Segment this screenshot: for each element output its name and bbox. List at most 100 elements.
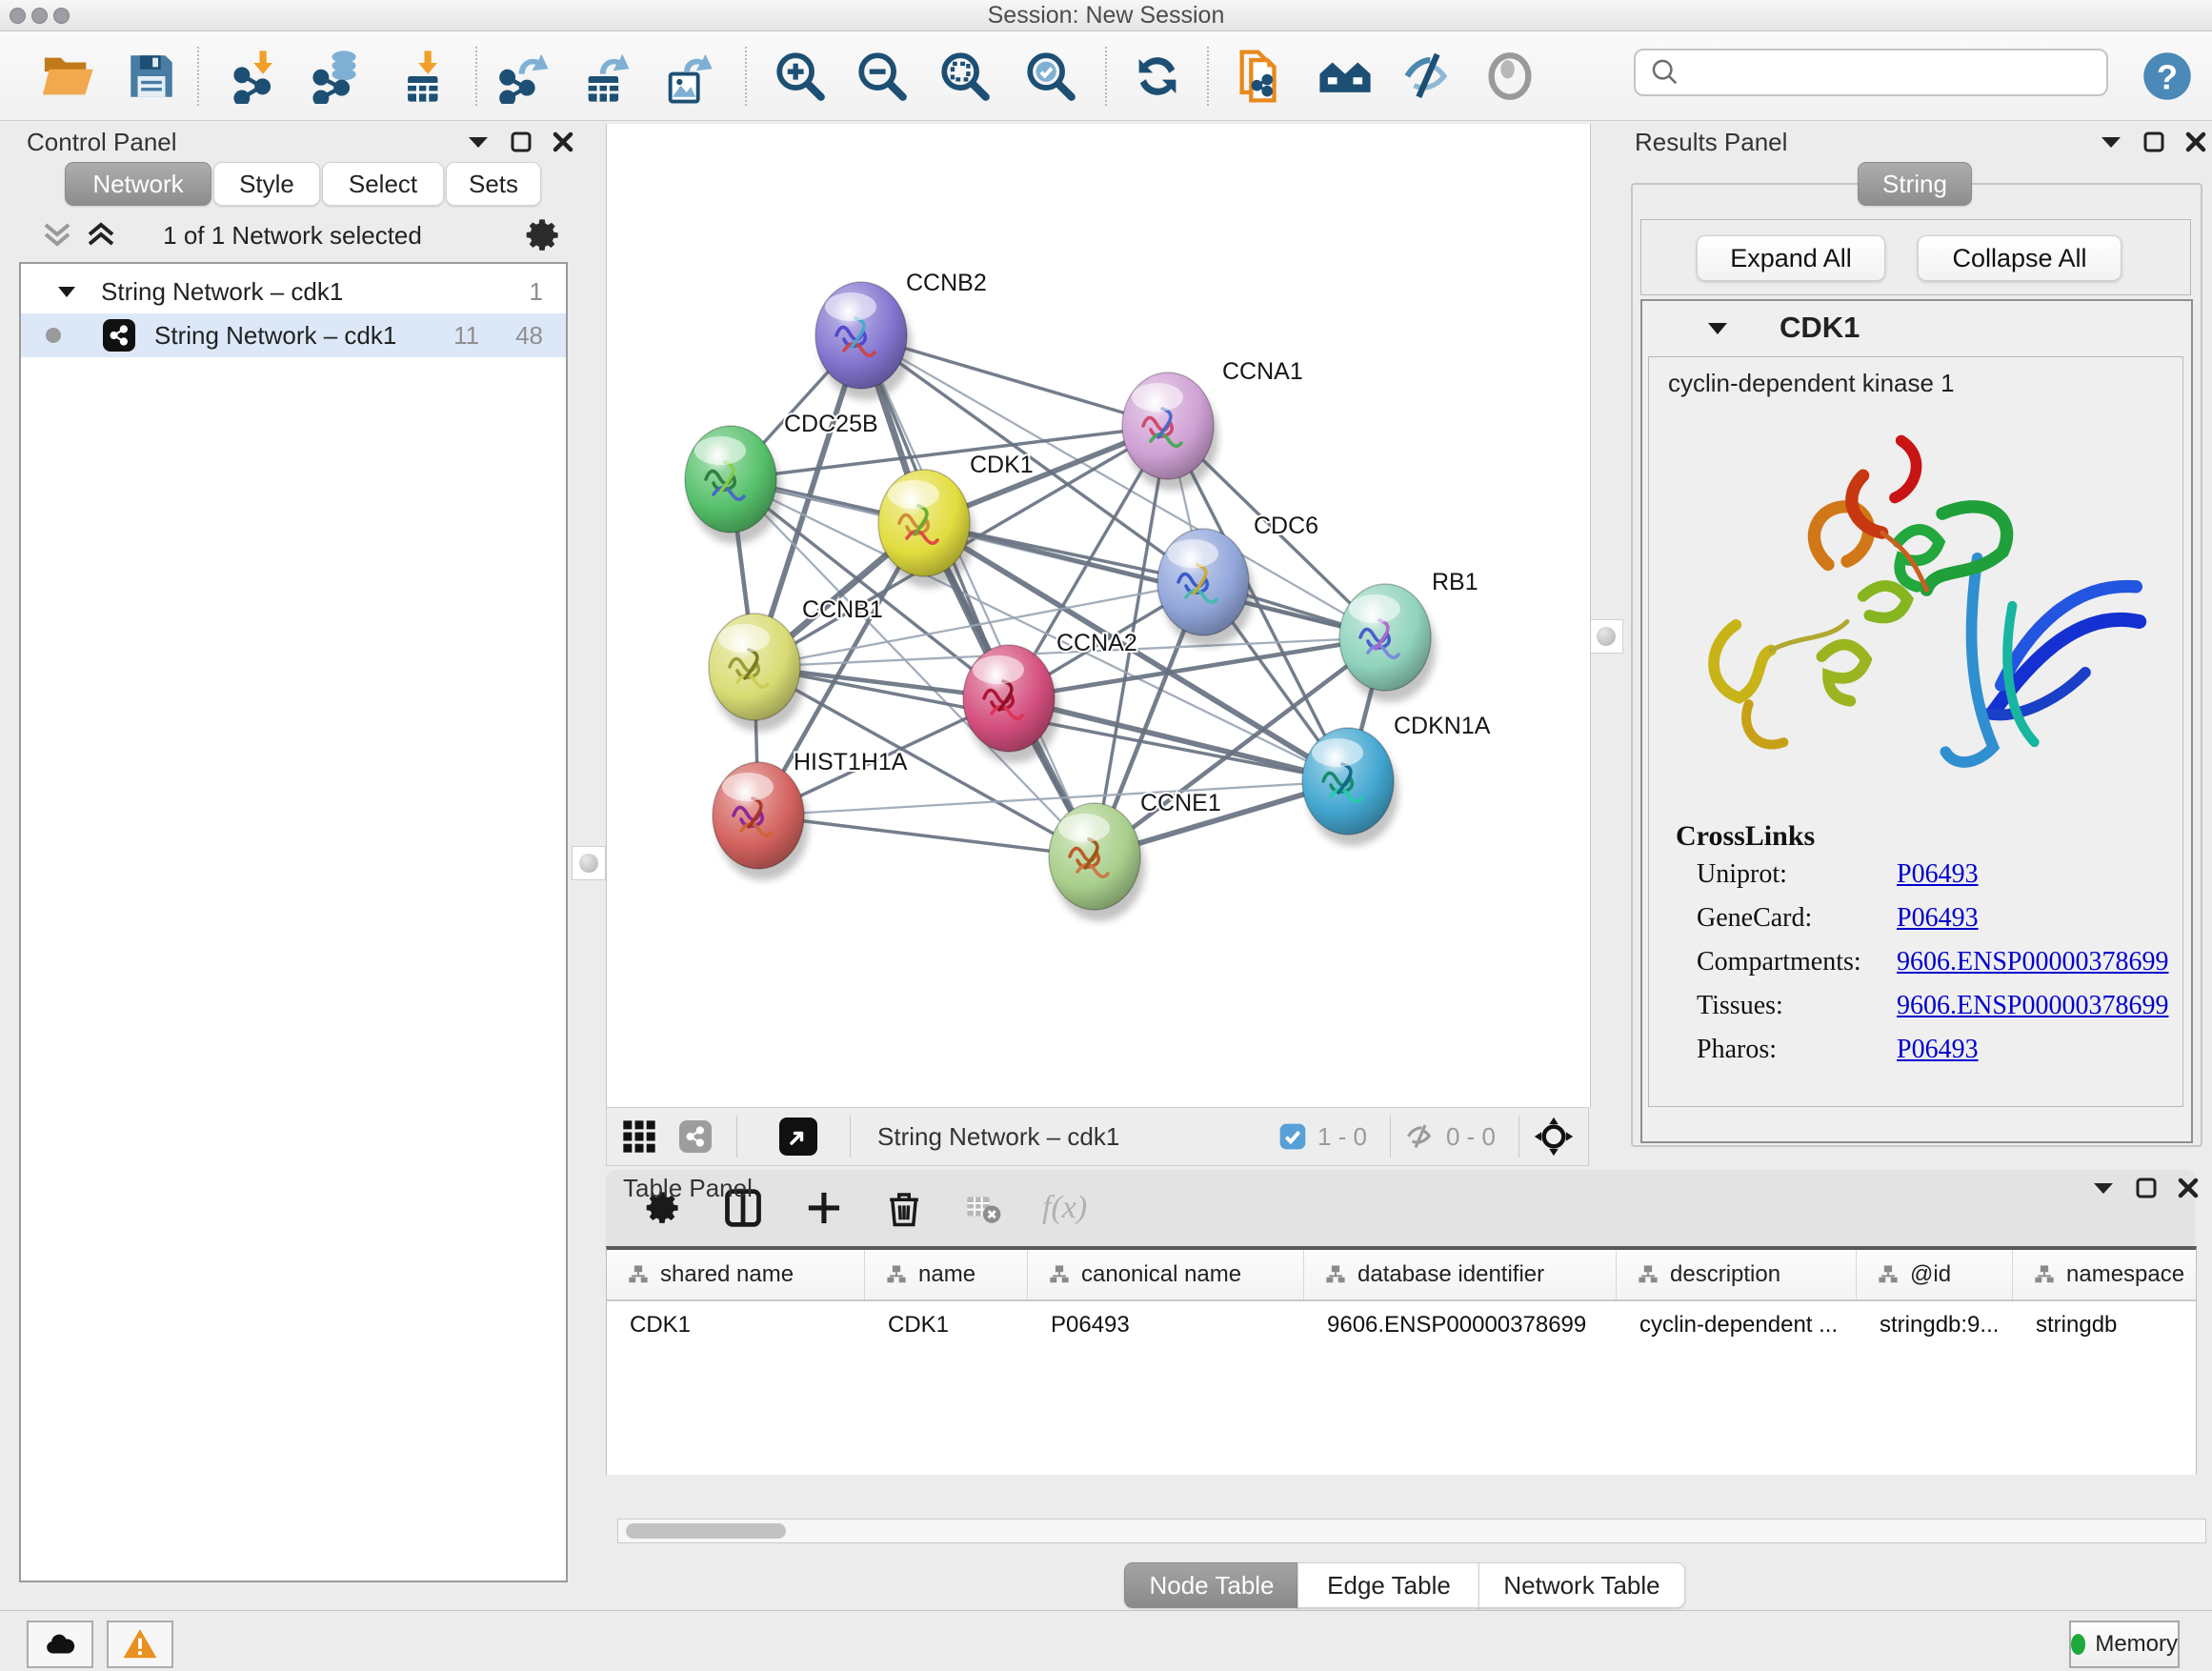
network-edge[interactable] [861,335,1095,856]
tab-string-results[interactable]: String [1858,162,1972,206]
column-header-canonical-name[interactable]: canonical name [1028,1250,1304,1299]
zoom-in-icon[interactable] [773,49,828,104]
network-node-CDC6[interactable]: CDC6 [1157,513,1318,647]
tab-style[interactable]: Style [213,162,320,206]
collapse-all-button[interactable]: Collapse All [1918,235,2122,281]
close-panel-icon[interactable] [2178,1178,2199,1198]
refresh-icon[interactable] [1130,49,1185,104]
import-network-from-file-icon[interactable] [231,49,287,104]
table-cell[interactable]: CDK1 [607,1301,865,1349]
network-graph[interactable]: CCNB2CCNA1CDC25BCDK1CDC6RB1CCNB1CCNA2CDK… [607,124,1590,1107]
gene-card-header[interactable]: CDK1 [1642,301,2191,354]
close-panel-icon[interactable] [553,131,573,152]
network-edge[interactable] [758,781,1348,815]
network-edge[interactable] [758,815,1095,856]
horizontal-scrollbar[interactable] [617,1519,2206,1543]
column-header-description[interactable]: description [1617,1250,1857,1299]
table-cell[interactable]: P06493 [1028,1301,1304,1349]
network-node-CCNE1[interactable]: CCNE1 [1049,790,1221,921]
grid-layout-icon[interactable] [620,1117,658,1156]
tissues-link[interactable]: 9606.ENSP00000378699 [1897,991,2168,1021]
network-node-CCNA2[interactable]: CCNA2 [963,630,1137,763]
maximize-panel-icon[interactable] [2136,1178,2157,1198]
import-table-from-file-icon[interactable] [396,49,452,104]
zoom-fit-icon[interactable] [937,49,993,104]
memory-button[interactable]: Memory [2069,1621,2180,1668]
tab-sets[interactable]: Sets [446,162,541,206]
network-canvas[interactable]: CCNB2CCNA1CDC25BCDK1CDC6RB1CCNB1CCNA2CDK… [606,124,1591,1107]
column-header-database-identifier[interactable]: database identifier [1304,1250,1617,1299]
birdseye-view-icon[interactable] [779,1117,817,1156]
help-icon[interactable]: ? [2142,50,2193,102]
column-header-namespace[interactable]: namespace [2013,1250,2197,1299]
maximize-panel-icon[interactable] [511,131,532,152]
import-network-from-database-icon[interactable] [311,49,366,104]
tree-expander-icon[interactable] [57,285,76,298]
float-panel-icon[interactable] [2100,134,2122,150]
scrollbar-thumb[interactable] [626,1523,786,1539]
tab-select[interactable]: Select [322,162,444,206]
open-session-icon[interactable] [40,49,95,104]
show-all-icon[interactable] [1482,49,1538,104]
uniprot-link[interactable]: P06493 [1897,859,1979,890]
tab-edge-table[interactable]: Edge Table [1297,1562,1480,1608]
expand-all-networks-icon[interactable] [84,217,118,252]
network-view-toolbar: String Network – cdk1 1 - 0 0 - 0 [606,1107,1589,1166]
table-row[interactable]: CDK1CDK1P064939606.ENSP00000378699cyclin… [607,1301,2196,1349]
pan-crosshair-icon[interactable] [1533,1116,1575,1158]
collapse-all-networks-icon[interactable] [40,217,74,252]
column-type-icon [2034,1264,2055,1285]
new-network-from-selection-icon[interactable] [1233,49,1288,104]
create-column-plus-icon[interactable] [804,1188,844,1228]
function-builder-icon[interactable]: f(x) [1042,1190,1087,1226]
gene-expander-icon[interactable] [1707,321,1728,335]
network-node-HIST1H1A[interactable]: HIST1H1A [713,749,908,880]
network-collection-row[interactable]: String Network – cdk1 1 [21,270,566,313]
hidden-eye-icon[interactable] [1404,1120,1437,1153]
right-splitter-grip[interactable] [1589,619,1623,654]
delete-table-icon[interactable] [964,1189,1002,1227]
zoom-selected-icon[interactable] [1023,49,1078,104]
pharos-link[interactable]: P06493 [1897,1035,1979,1065]
delete-column-trash-icon[interactable] [884,1188,924,1228]
export-table-icon[interactable] [579,49,634,104]
close-panel-icon[interactable] [2185,131,2206,152]
left-splitter-grip[interactable] [572,846,606,880]
network-node-CDKN1A[interactable]: CDKN1A [1302,713,1491,846]
column-header-shared-name[interactable]: shared name [607,1250,865,1299]
expand-all-button[interactable]: Expand All [1697,235,1885,281]
network-node-CCNB2[interactable]: CCNB2 [815,270,987,400]
selected-checkbox-icon[interactable] [1277,1121,1308,1152]
network-node-CCNB1[interactable]: CCNB1 [709,596,883,732]
string-style-icon[interactable] [679,1120,712,1153]
tab-network[interactable]: Network [65,162,211,206]
tab-node-table[interactable]: Node Table [1124,1562,1299,1608]
network-edge[interactable] [924,523,1385,637]
search-input[interactable] [1681,58,2106,87]
maximize-panel-icon[interactable] [2143,131,2164,152]
tab-network-table[interactable]: Network Table [1478,1562,1685,1608]
network-node-RB1[interactable]: RB1 [1339,569,1478,702]
table-cell[interactable]: CDK1 [865,1301,1028,1349]
table-cell[interactable]: stringdb:9... [1857,1301,2013,1349]
float-panel-icon[interactable] [2092,1180,2115,1196]
zoom-out-icon[interactable] [855,49,910,104]
warning-button[interactable] [107,1621,173,1668]
hide-selected-icon[interactable] [1400,49,1456,104]
compartments-link[interactable]: 9606.ENSP00000378699 [1897,947,2168,977]
column-header--id[interactable]: @id [1857,1250,2013,1299]
save-session-icon[interactable] [124,49,179,104]
table-cell[interactable]: 9606.ENSP00000378699 [1304,1301,1617,1349]
cloud-button[interactable] [27,1621,93,1668]
network-node-CDC25B[interactable]: CDC25B [685,411,878,544]
export-network-icon[interactable] [498,49,553,104]
genecard-link[interactable]: P06493 [1897,903,1979,934]
first-neighbors-icon[interactable] [1317,49,1373,104]
network-row[interactable]: String Network – cdk1 11 48 [21,313,566,357]
export-image-icon[interactable] [661,49,716,104]
column-header-name[interactable]: name [865,1250,1028,1299]
table-cell[interactable]: stringdb [2013,1301,2197,1349]
network-options-gear-icon[interactable] [522,215,562,255]
float-panel-icon[interactable] [467,134,490,150]
table-cell[interactable]: cyclin-dependent ... [1617,1301,1857,1349]
